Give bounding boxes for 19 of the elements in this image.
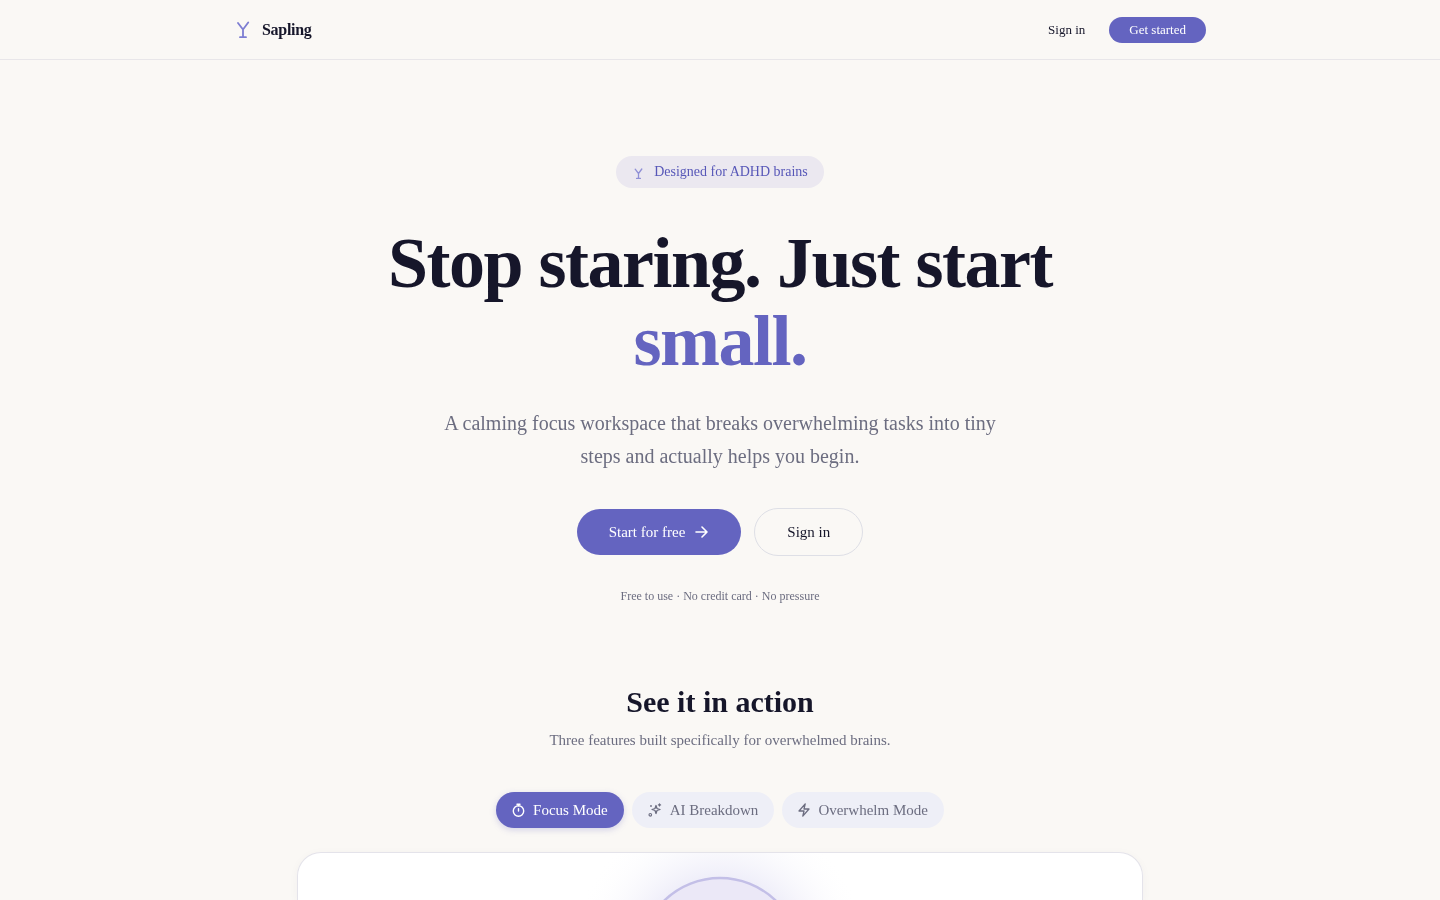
lightning-icon	[798, 803, 811, 817]
pricing-note: Free to use · No credit card · No pressure	[620, 588, 820, 604]
brand-name: Sapling	[262, 20, 312, 39]
sprout-icon	[634, 167, 644, 179]
start-for-free-button[interactable]: Start for free	[576, 509, 742, 555]
sign-in-link[interactable]: Sign in	[1048, 21, 1086, 38]
badge-text: Designed for ADHD brains	[654, 164, 808, 180]
sprout-logo-icon	[236, 21, 250, 38]
feature-tab[interactable]: Overwhelm Mode	[782, 792, 944, 828]
stopwatch-icon	[512, 803, 526, 817]
hero-headline: Stop staring. Just start small.	[388, 224, 1052, 380]
feature-tab[interactable]: AI Breakdown	[631, 792, 775, 828]
section-subtitle: Three features built specifically for overwhelmed brains.	[549, 731, 891, 750]
hero-description: A calming focus workspace that breaks overwhelming tasks into tiny steps and actually helps you begin.	[443, 411, 997, 470]
sparkles-icon	[647, 803, 662, 817]
feature-tab[interactable]: Focus Mode	[496, 792, 624, 828]
section-title: See it in action	[626, 684, 814, 720]
arrow-right-icon	[695, 526, 709, 538]
get-started-button[interactable]: Get started	[1109, 16, 1206, 43]
